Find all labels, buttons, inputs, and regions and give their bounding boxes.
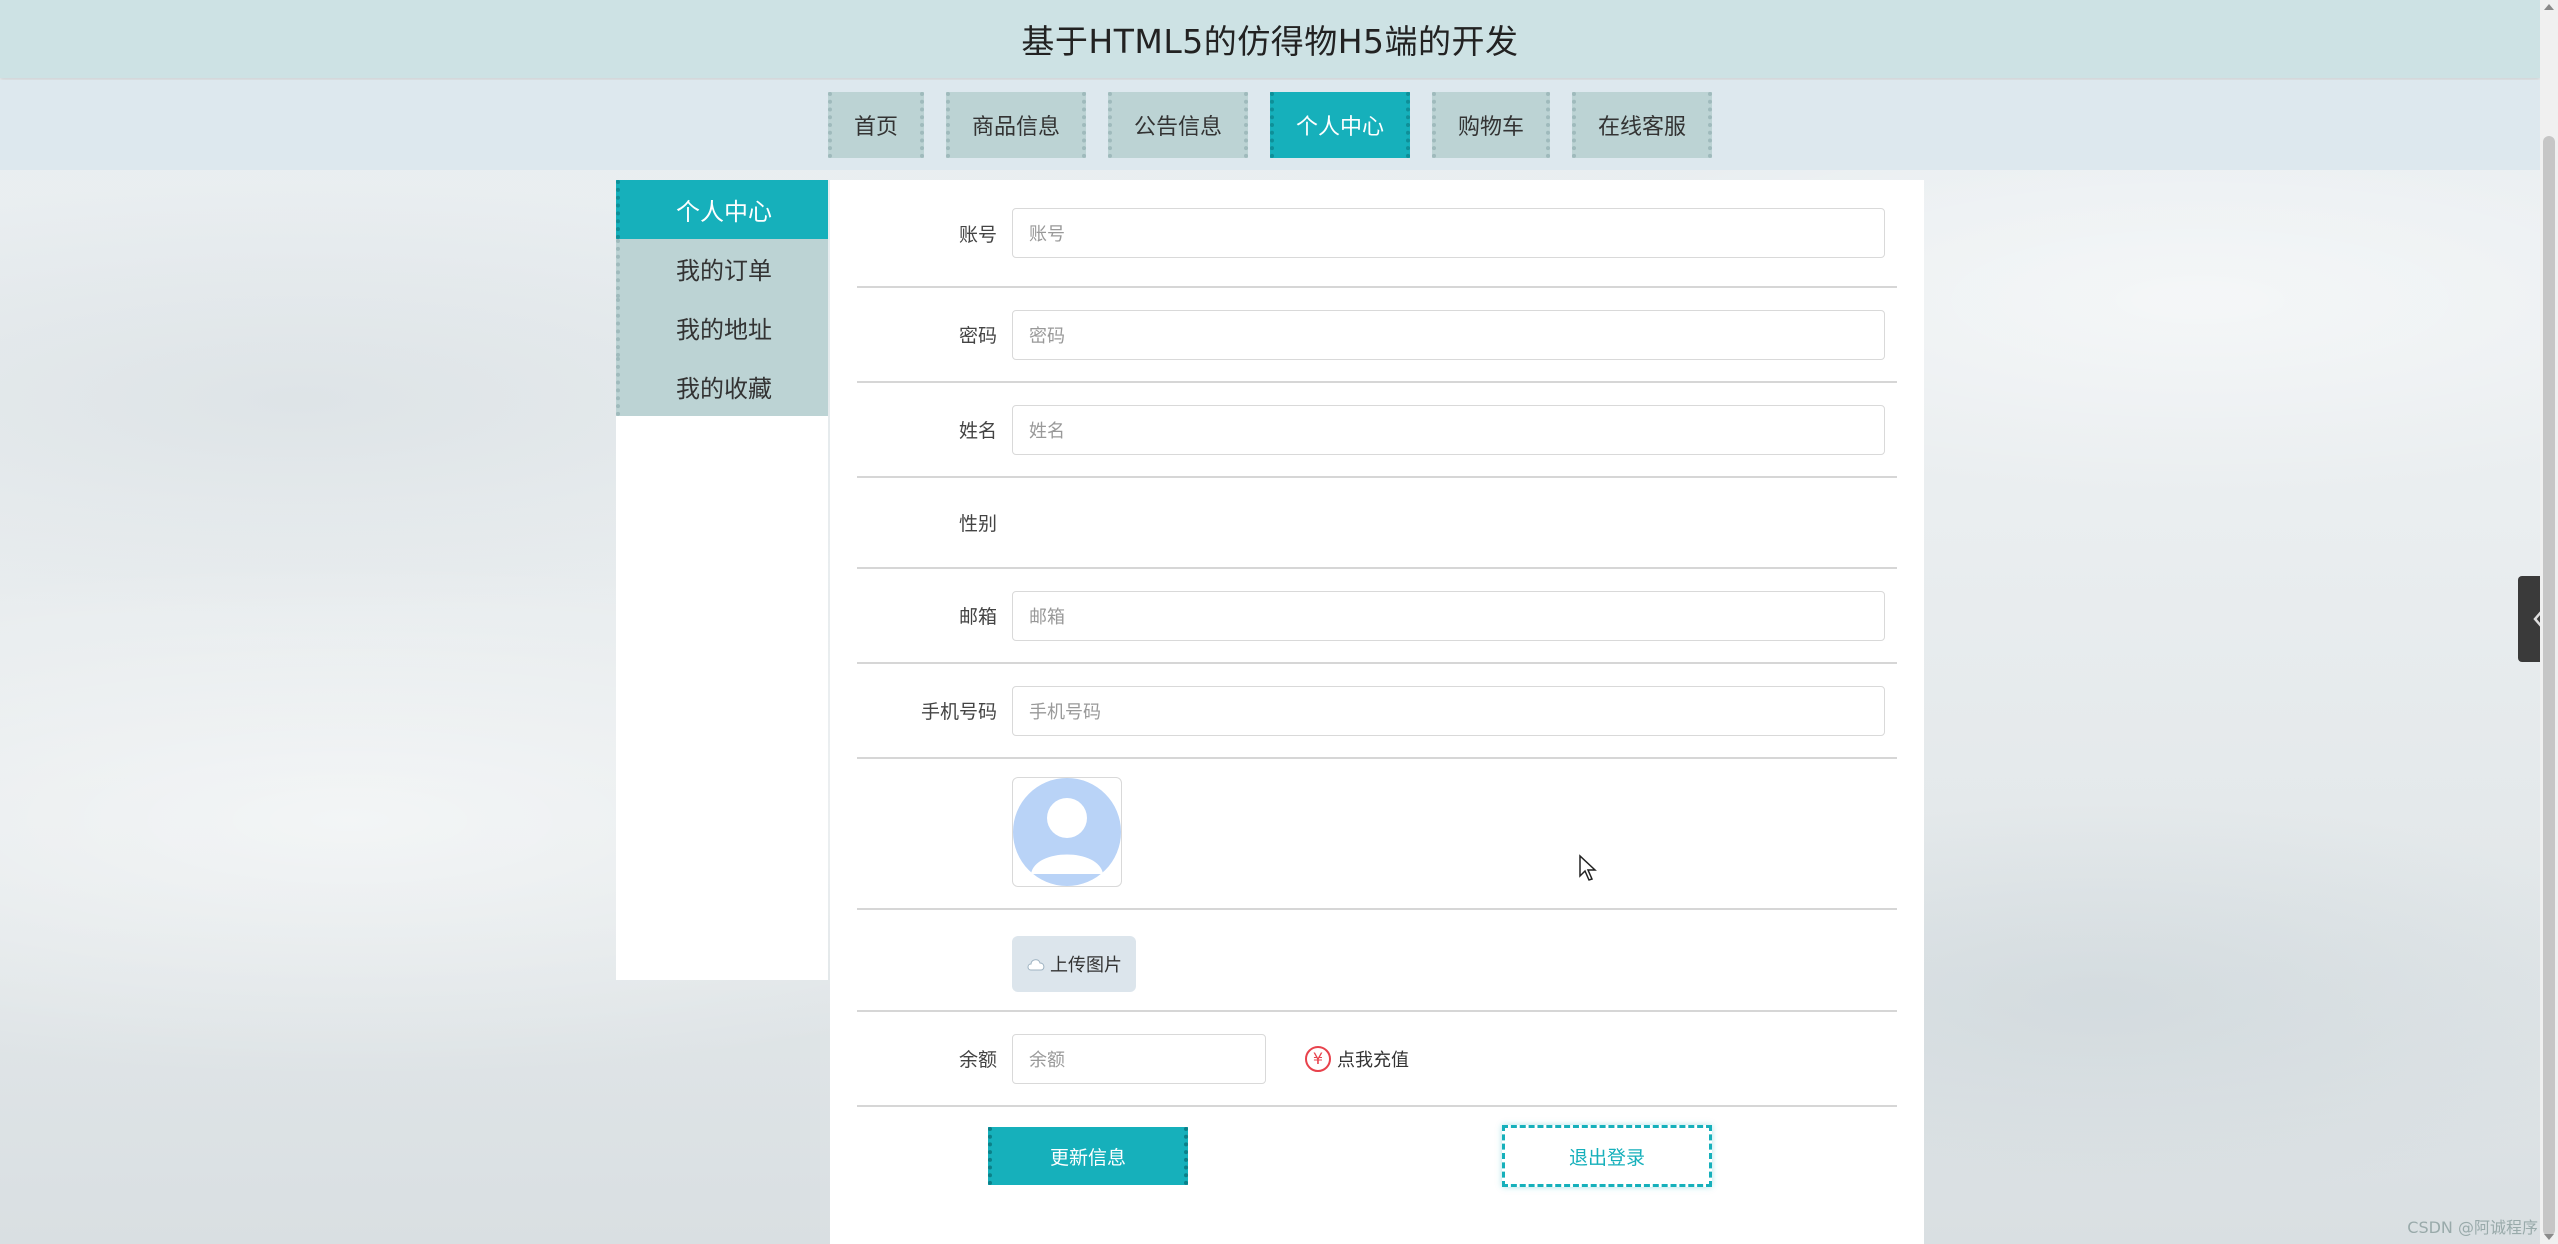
balance-input[interactable]: 余额 xyxy=(1012,1033,1266,1084)
avatar-image xyxy=(1012,777,1122,887)
phone-input[interactable]: 手机号码 xyxy=(1012,685,1885,736)
nav-item-cart[interactable]: 购物车 xyxy=(1432,92,1551,158)
account-label: 账号 xyxy=(958,223,997,246)
nav-item-home[interactable]: 首页 xyxy=(827,92,924,158)
profile-form: 账号 账号 密码 密码 姓名 姓名 性别 邮箱 邮箱 手机号码 手机号码 上传图… xyxy=(857,180,1897,1107)
yen-icon: ¥ xyxy=(1305,1045,1331,1072)
scroll-thumb[interactable] xyxy=(2543,136,2555,1236)
gender-label: 性别 xyxy=(958,513,997,535)
scroll-down-arrow-icon[interactable] xyxy=(2544,1234,2554,1240)
scroll-up-arrow-icon[interactable] xyxy=(2544,4,2554,10)
name-label: 姓名 xyxy=(958,420,997,442)
form-row-email: 邮箱 邮箱 xyxy=(857,569,1897,664)
cloud-upload-icon xyxy=(1027,959,1045,971)
user-avatar-icon xyxy=(1013,778,1121,886)
top-navbar: 首页 商品信息 公告信息 个人中心 购物车 在线客服 xyxy=(0,80,2540,170)
main-content: 账号 账号 密码 密码 姓名 姓名 性别 邮箱 邮箱 手机号码 手机号码 上传图… xyxy=(830,180,1924,1244)
form-row-balance: 余额 余额 ¥ 点我充值 xyxy=(857,1012,1897,1107)
password-label: 密码 xyxy=(958,325,997,347)
form-row-gender: 性别 xyxy=(857,478,1897,569)
name-input[interactable]: 姓名 xyxy=(1012,404,1885,455)
logout-button[interactable]: 退出登录 xyxy=(1502,1125,1712,1187)
watermark: CSDN @阿诚程序 xyxy=(2407,1218,2538,1237)
sidebar-item-favorites[interactable]: 我的收藏 xyxy=(616,357,828,416)
form-row-password: 密码 密码 xyxy=(857,288,1897,383)
nav-menu: 首页 商品信息 公告信息 个人中心 购物车 在线客服 xyxy=(0,92,2540,158)
mouse-cursor-icon xyxy=(1578,854,1598,886)
form-row-avatar xyxy=(857,759,1897,910)
nav-item-customer-service[interactable]: 在线客服 xyxy=(1572,92,1713,158)
email-input[interactable]: 邮箱 xyxy=(1012,590,1885,641)
balance-label: 余额 xyxy=(958,1049,997,1071)
update-info-button[interactable]: 更新信息 xyxy=(988,1127,1188,1185)
recharge-label: 点我充值 xyxy=(1337,1049,1409,1071)
email-label: 邮箱 xyxy=(958,606,997,628)
sidebar-item-addresses[interactable]: 我的地址 xyxy=(616,298,828,357)
form-row-phone: 手机号码 手机号码 xyxy=(857,664,1897,759)
page-title: 基于HTML5的仿得物H5端的开发 xyxy=(1021,22,1519,61)
form-row-name: 姓名 姓名 xyxy=(857,383,1897,478)
form-row-upload: 上传图片 xyxy=(857,910,1897,1012)
password-input[interactable]: 密码 xyxy=(1012,309,1885,360)
vertical-scrollbar[interactable] xyxy=(2540,0,2558,1244)
sidebar: 个人中心 我的订单 我的地址 我的收藏 xyxy=(616,180,828,980)
recharge-link[interactable]: ¥ 点我充值 xyxy=(1305,1045,1409,1072)
upload-image-button[interactable]: 上传图片 xyxy=(1012,936,1136,992)
sidebar-item-personal-center[interactable]: 个人中心 xyxy=(616,180,828,239)
sidebar-item-orders[interactable]: 我的订单 xyxy=(616,239,828,298)
form-row-account: 账号 账号 xyxy=(857,180,1897,288)
nav-item-notices[interactable]: 公告信息 xyxy=(1107,92,1248,158)
page-header: 基于HTML5的仿得物H5端的开发 xyxy=(0,0,2540,78)
nav-item-products[interactable]: 商品信息 xyxy=(945,92,1086,158)
nav-item-personal-center[interactable]: 个人中心 xyxy=(1270,92,1411,158)
upload-label: 上传图片 xyxy=(1050,955,1122,976)
phone-label: 手机号码 xyxy=(920,701,997,723)
account-input[interactable]: 账号 xyxy=(1012,208,1885,258)
